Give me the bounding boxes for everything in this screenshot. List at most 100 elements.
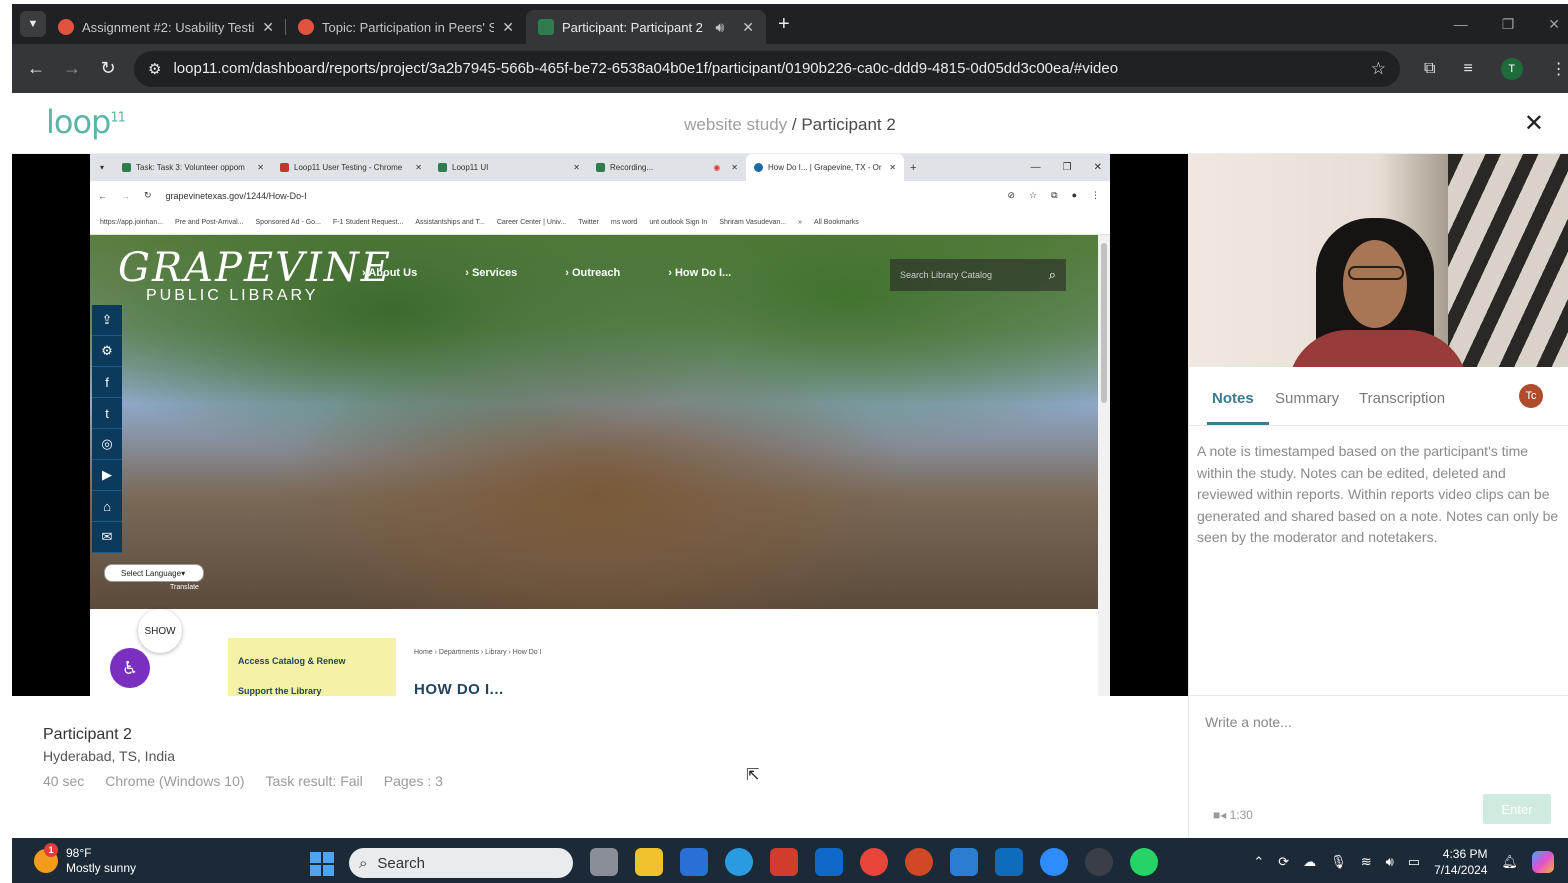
myhp-icon[interactable] xyxy=(680,848,708,876)
recorded-url: grapevinetexas.gov/1244/How-Do-I xyxy=(165,190,307,201)
back-icon[interactable]: ← xyxy=(18,58,54,79)
notes-tabs: Notes Summary Transcription Tc xyxy=(1189,367,1568,426)
wifi-icon[interactable]: ≋ xyxy=(1361,854,1372,870)
whatsapp-icon[interactable] xyxy=(1130,848,1158,876)
duration: 40 sec xyxy=(43,773,85,789)
tab-close-icon[interactable]: ✕ xyxy=(502,19,514,36)
microphone-icon[interactable]: 🎙︎ xyxy=(1330,854,1347,870)
nav-how-do-i: › How Do I... xyxy=(668,267,732,279)
outlook-new-icon[interactable] xyxy=(995,848,1023,876)
media-player-icon[interactable] xyxy=(1085,848,1113,876)
speaker-icon[interactable]: 🔊︎ xyxy=(715,19,724,36)
select-language-dropdown: Select Language ▾ xyxy=(104,564,204,582)
chrome-icon[interactable] xyxy=(860,848,888,876)
participant-title: Participant 2 xyxy=(801,115,896,134)
minimize-icon[interactable]: — xyxy=(1454,16,1468,32)
recorded-tab-title: Loop11 User Testing - Chrome xyxy=(294,163,403,172)
new-tab-icon[interactable]: + xyxy=(778,13,790,36)
logo-main: GRAPEVINE xyxy=(118,245,392,291)
tab-title: Assignment #2: Usability Testin xyxy=(82,19,255,35)
library-sidebar-links: Access Catalog & Renew Support the Libra… xyxy=(228,638,396,696)
tab-close-icon[interactable]: ✕ xyxy=(262,19,274,36)
back-icon: ← xyxy=(98,190,107,201)
recorded-tab-close-icon: ✕ xyxy=(257,163,264,172)
profile-avatar[interactable]: T xyxy=(1500,57,1523,80)
battery-icon[interactable]: ▭ xyxy=(1408,854,1420,870)
recorded-toolbar: ← → ↻ grapevinetexas.gov/1244/How-Do-I ⊘… xyxy=(90,181,1110,210)
browser-tab-active[interactable]: Participant: Participant 2 - w 🔊︎ ✕ xyxy=(526,10,766,44)
forward-icon[interactable]: → xyxy=(54,58,90,79)
nav-label: Outreach xyxy=(571,267,621,279)
mail-icon: ✉ xyxy=(92,522,122,553)
participant-body xyxy=(1288,330,1468,367)
browser-os: Chrome (Windows 10) xyxy=(105,773,245,789)
browser-tab[interactable]: Topic: Participation in Peers' Stu ✕ xyxy=(286,10,526,44)
notepad-icon[interactable] xyxy=(950,848,978,876)
volume-icon[interactable]: 🔊︎ xyxy=(1386,854,1394,870)
tab-close-icon[interactable]: ✕ xyxy=(742,19,754,36)
forward-icon: → xyxy=(121,190,130,201)
task-view-icon[interactable] xyxy=(590,848,618,876)
tab-search-button[interactable]: ▼ xyxy=(20,11,46,37)
site-info-icon[interactable]: ⚙︎ xyxy=(148,60,161,78)
edge-icon[interactable] xyxy=(725,848,753,876)
weather-widget[interactable]: 1 98°F Mostly sunny xyxy=(34,843,136,876)
scroll-thumb xyxy=(1101,243,1107,403)
recorded-tab: Loop11 User Testing - Chrome ✕ xyxy=(272,154,430,181)
menu-dots-icon: ⋮ xyxy=(1091,190,1100,200)
window-controls: — ❐ ✕ xyxy=(1454,4,1568,44)
bookmark-item: Pre and Post-Arrival... xyxy=(175,218,244,226)
task-result: Task result: Fail xyxy=(265,773,363,789)
bookmark-item: Twitter xyxy=(578,218,599,226)
grapevine-library-logo: GRAPEVINE PUBLIC LIBRARY xyxy=(118,245,392,305)
recording-video[interactable]: ▾ Task: Task 3: Volunteer oppom ✕ Loop11 … xyxy=(12,154,1188,696)
bookmark-item: Assistantships and T... xyxy=(415,218,485,226)
chevron-up-icon[interactable]: ⌃ xyxy=(1253,854,1264,870)
file-explorer-icon[interactable] xyxy=(635,848,663,876)
notification-bell-icon[interactable]: 🔔︎ xyxy=(1501,854,1518,870)
bookmark-star-icon[interactable]: ☆ xyxy=(1371,59,1386,79)
recorded-address-bar: grapevinetexas.gov/1244/How-Do-I ⊘ ☆ ⧉ ● ⋮ xyxy=(166,186,1100,206)
browser-tab[interactable]: Assignment #2: Usability Testin ✕ xyxy=(46,10,286,44)
search-label: Search xyxy=(377,854,425,872)
participant-webcam[interactable] xyxy=(1188,154,1568,367)
zoom-icon[interactable] xyxy=(1040,848,1068,876)
tab-transcription[interactable]: Transcription xyxy=(1359,390,1445,407)
copilot-icon[interactable] xyxy=(1532,851,1554,873)
media-queue-icon[interactable]: ≡ xyxy=(1463,60,1472,78)
windows-start-icon[interactable] xyxy=(310,852,334,876)
note-input[interactable]: Write a note... xyxy=(1205,714,1292,730)
enter-button[interactable]: Enter xyxy=(1483,794,1551,824)
participant-info: Participant 2 Hyderabad, TS, India 40 se… xyxy=(12,696,1188,838)
tab-notes[interactable]: Notes xyxy=(1212,390,1254,407)
close-icon[interactable]: ✕ xyxy=(1524,109,1544,138)
mcafee-icon[interactable] xyxy=(770,848,798,876)
recorded-tab-title: Task: Task 3: Volunteer oppom xyxy=(136,163,245,172)
sidebar-link: Support the Library xyxy=(238,686,322,696)
restore-icon[interactable]: ❐ xyxy=(1502,16,1515,33)
system-tray: ⌃ ⟳ ☁ 🎙︎ ≋ 🔊︎ ▭ 4:36 PM 7/14/2024 🔔︎ xyxy=(1253,846,1554,878)
nav-outreach: › Outreach xyxy=(565,267,621,279)
user-avatar[interactable]: Tc xyxy=(1519,384,1543,408)
address-bar[interactable]: ⚙︎ loop11.com/dashboard/reports/project/… xyxy=(134,50,1400,87)
tab-summary[interactable]: Summary xyxy=(1275,390,1339,407)
outlook-icon[interactable] xyxy=(815,848,843,876)
close-window-icon[interactable]: ✕ xyxy=(1548,16,1560,33)
recorded-tab-close-icon: ✕ xyxy=(889,163,896,172)
reload-icon[interactable]: ↻ xyxy=(90,58,126,79)
accessibility-icon: ♿︎ xyxy=(110,648,150,688)
taskbar-search[interactable]: ⌕ Search xyxy=(349,848,573,878)
sync-icon[interactable]: ⟳ xyxy=(1278,854,1289,870)
breadcrumb-separator: / xyxy=(787,115,802,134)
cloud-icon[interactable]: ☁ xyxy=(1303,854,1316,870)
mouse-cursor-icon: ⇱ xyxy=(746,767,760,784)
extensions-icon[interactable]: ⧉ xyxy=(1424,60,1435,78)
menu-dots-icon[interactable]: ⋮ xyxy=(1551,59,1567,79)
tab-title: Participant: Participant 2 - w xyxy=(562,19,707,35)
notes-hint: A note is timestamped based on the parti… xyxy=(1197,443,1559,545)
study-name-link[interactable]: website study xyxy=(684,115,787,134)
participant-meta: 40 sec Chrome (Windows 10) Task result: … xyxy=(43,773,443,789)
clock[interactable]: 4:36 PM 7/14/2024 xyxy=(1434,846,1487,878)
powerpoint-icon[interactable] xyxy=(905,848,933,876)
sun-icon: 1 xyxy=(34,843,58,873)
